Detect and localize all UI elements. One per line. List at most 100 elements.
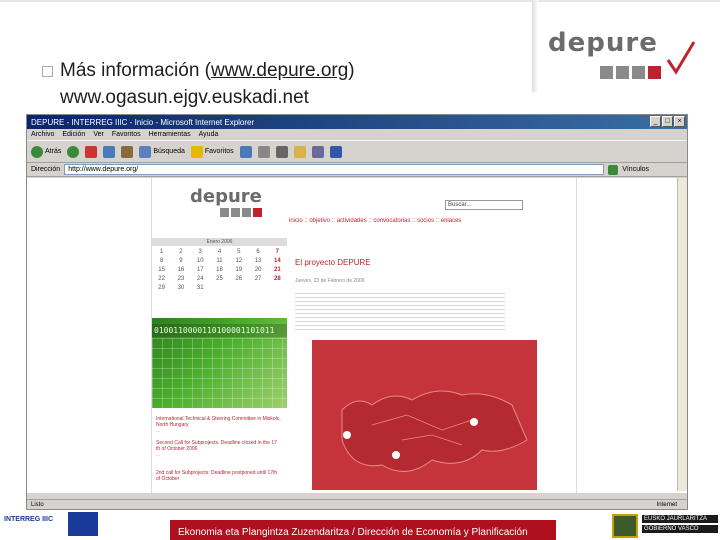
news-title: International Technical & Steering Commi… <box>156 416 281 428</box>
browser-window: DEPURE - INTERREG IIIC - Inicio - Micros… <box>26 114 688 510</box>
news-title: Second Call for Subprojects. Deadline cl… <box>156 440 277 452</box>
refresh-icon[interactable] <box>103 145 116 158</box>
calendar-day[interactable]: 2 <box>171 249 190 255</box>
site-square <box>220 208 229 217</box>
article-body <box>295 290 505 330</box>
calendar-day[interactable]: 4 <box>210 249 229 255</box>
browser-title: DEPURE - INTERREG IIIC - Inicio - Micros… <box>31 117 255 127</box>
calendar-day[interactable]: 15 <box>152 267 171 273</box>
calendar-day[interactable]: 24 <box>191 276 210 282</box>
back-label: Atrás <box>45 148 62 155</box>
calendar: Enero 2006 1 2 3 4 5 6 7 8 9 10 11 12 13 14 15 16 17 18 19… <box>152 238 287 320</box>
status-left: Listo <box>31 501 44 508</box>
vertical-scrollbar[interactable] <box>677 178 687 491</box>
news-item[interactable]: 2nd call for Subprojects: Deadline postp… <box>156 470 281 482</box>
search-icon <box>139 145 152 158</box>
forward-arrow-icon[interactable] <box>67 145 80 158</box>
calendar-day[interactable]: 21 <box>268 267 287 273</box>
menu-herramientas[interactable]: Herramientas <box>149 131 191 138</box>
logo-square <box>616 66 629 79</box>
site-nav[interactable]: inicio :: objetivo :: actividades :: con… <box>287 218 538 224</box>
map-marker <box>343 431 351 439</box>
logo-square-red <box>648 66 661 79</box>
mail-icon[interactable] <box>257 145 270 158</box>
checkmark-icon <box>666 41 696 75</box>
calendar-day[interactable]: 20 <box>248 267 267 273</box>
ogasun-url: www.ogasun.ejgv.euskadi.net <box>60 87 309 108</box>
home-icon[interactable] <box>121 145 134 158</box>
gobierno-vasco-logo: EUSKO JAURLARITZA GOBIERNO VASCO <box>610 512 720 540</box>
bullet-suffix: ) <box>348 60 355 81</box>
menu-favoritos[interactable]: Favoritos <box>112 131 141 138</box>
minimize-icon[interactable]: _ <box>650 116 661 127</box>
calendar-day[interactable]: 31 <box>191 285 210 291</box>
history-icon[interactable] <box>239 145 252 158</box>
edit-icon[interactable] <box>293 145 306 158</box>
site-right-column: Buscar... inicio :: objetivo :: activida… <box>287 178 578 493</box>
calendar-day[interactable]: 12 <box>229 258 248 264</box>
close-icon[interactable]: × <box>674 116 685 127</box>
calendar-day[interactable]: 19 <box>229 267 248 273</box>
stop-icon[interactable] <box>85 145 98 158</box>
gv-line-1: EUSKO JAURLARITZA <box>642 515 718 523</box>
news-item[interactable]: Second Call for Subprojects. Deadline cl… <box>156 440 281 457</box>
menu-archivo[interactable]: Archivo <box>31 131 54 138</box>
browser-toolbar: Atrás Búsqueda Favoritos <box>27 141 687 163</box>
go-icon[interactable] <box>608 164 619 175</box>
site-search-input[interactable]: Buscar... <box>445 200 523 210</box>
calendar-day[interactable]: 28 <box>268 276 287 282</box>
logo-square <box>632 66 645 79</box>
menu-ayuda[interactable]: Ayuda <box>199 131 219 138</box>
calendar-day[interactable]: 9 <box>171 258 190 264</box>
depure-link[interactable]: www.depure.org <box>211 60 348 82</box>
banner-grid <box>152 338 287 408</box>
top-rule <box>0 0 720 2</box>
logo-squares <box>600 66 661 79</box>
binary-strip: 0100110000110100001101011 <box>152 324 287 337</box>
links-label[interactable]: Vínculos <box>622 166 649 173</box>
calendar-day[interactable]: 17 <box>191 267 210 273</box>
calendar-day[interactable]: 26 <box>229 276 248 282</box>
calendar-day[interactable]: 8 <box>152 258 171 264</box>
print-icon[interactable] <box>275 145 288 158</box>
calendar-day[interactable]: 16 <box>171 267 190 273</box>
green-banner[interactable]: 0100110000110100001101011 <box>152 318 287 408</box>
calendar-day[interactable]: 23 <box>171 276 190 282</box>
site-logo-squares <box>220 208 262 217</box>
site-logo[interactable]: depure <box>190 186 262 207</box>
calendar-day[interactable]: 5 <box>229 249 248 255</box>
calendar-day[interactable]: 25 <box>210 276 229 282</box>
depure-website: depure Enero 2006 1 2 3 4 5 6 7 8 9 10 11 12 13 14 15 1… <box>151 178 577 493</box>
favorites-button[interactable]: Favoritos <box>190 145 234 158</box>
calendar-day[interactable]: 3 <box>191 249 210 255</box>
bullet-icon <box>42 65 53 77</box>
news-body: — <box>156 428 160 433</box>
search-button[interactable]: Búsqueda <box>139 145 185 158</box>
calendar-day[interactable]: 6 <box>248 249 267 255</box>
back-button[interactable]: Atrás <box>31 145 62 158</box>
calendar-day[interactable]: 27 <box>248 276 267 282</box>
map-graphic <box>341 390 528 472</box>
menu-ver[interactable]: Ver <box>93 131 104 138</box>
article-title: El proyecto DEPURE <box>295 258 371 267</box>
calendar-day[interactable]: 10 <box>191 258 210 264</box>
bullet-more-info: Más información ( www.depure.org ) <box>42 60 355 82</box>
site-square-red <box>253 208 262 217</box>
calendar-day[interactable]: 1 <box>152 249 171 255</box>
calendar-day[interactable]: 7 <box>268 249 287 255</box>
calendar-day[interactable]: 18 <box>210 267 229 273</box>
calendar-day[interactable]: 13 <box>248 258 267 264</box>
slide: depure Más información ( www.depure.org … <box>0 0 720 540</box>
calendar-day[interactable]: 30 <box>171 285 190 291</box>
calendar-day[interactable]: 29 <box>152 285 171 291</box>
address-input[interactable]: http://www.depure.org/ <box>64 164 605 175</box>
menu-edicion[interactable]: Edición <box>62 131 85 138</box>
interreg-label: INTERREG IIIC <box>4 516 54 523</box>
bluetooth-icon[interactable] <box>329 145 342 158</box>
news-item[interactable]: International Technical & Steering Commi… <box>156 416 281 433</box>
calendar-day[interactable]: 11 <box>210 258 229 264</box>
calendar-day[interactable]: 22 <box>152 276 171 282</box>
maximize-icon[interactable]: □ <box>662 116 673 127</box>
discuss-icon[interactable] <box>311 145 324 158</box>
calendar-day[interactable]: 14 <box>268 258 287 264</box>
